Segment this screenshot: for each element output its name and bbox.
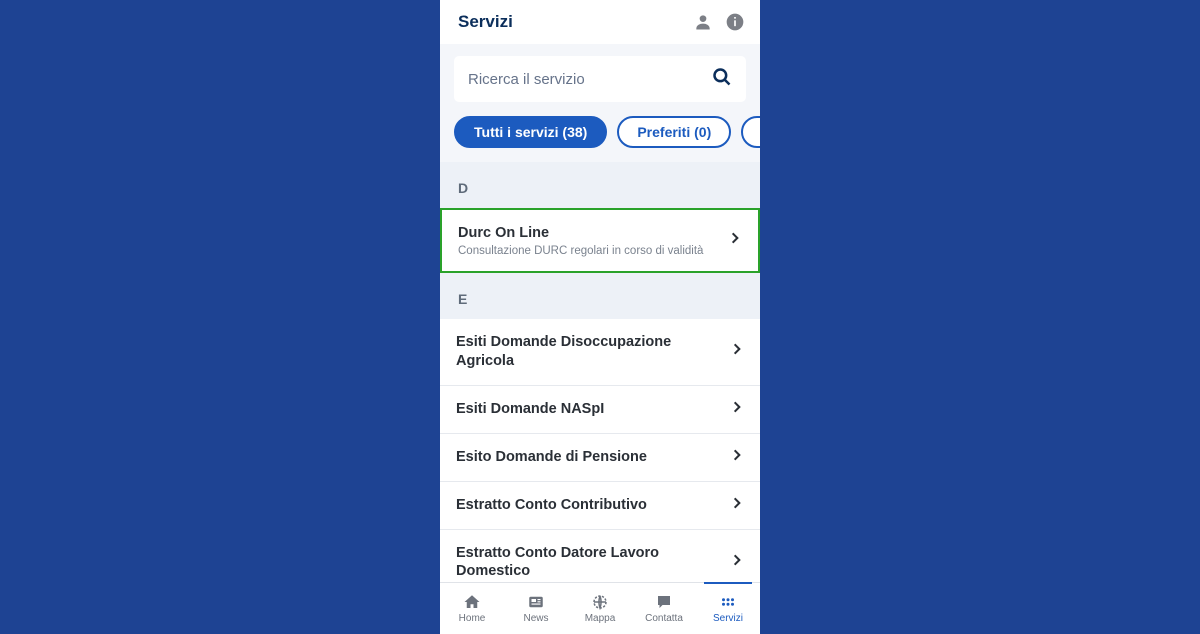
user-icon[interactable]	[692, 11, 714, 33]
service-list: D Durc On Line Consultazione DURC regola…	[440, 162, 760, 582]
row-durc-online[interactable]: Durc On Line Consultazione DURC regolari…	[440, 208, 760, 273]
globe-icon	[590, 593, 610, 611]
row-title: Durc On Line	[458, 224, 720, 243]
nav-news[interactable]: News	[504, 583, 568, 634]
row-title: Estratto Conto Contributivo	[456, 496, 722, 515]
bottom-nav: Home News Mappa Contatta Servizi	[440, 582, 760, 634]
nav-label: Servizi	[713, 613, 743, 624]
row-title: Estratto Conto Datore Lavoro Domestico	[456, 544, 722, 582]
header-actions	[692, 11, 746, 33]
chip-con[interactable]: Con	[741, 116, 760, 148]
news-icon	[526, 593, 546, 611]
app-screen: Servizi Tutti i servizi (38) Preferiti (…	[440, 0, 760, 634]
app-header: Servizi	[440, 0, 760, 44]
search-input[interactable]	[468, 71, 712, 88]
nav-label: Mappa	[585, 613, 616, 624]
home-icon	[462, 593, 482, 611]
search-box[interactable]	[454, 56, 746, 102]
row-text: Esiti Domande NASpI	[456, 400, 722, 419]
row-text: Esito Domande di Pensione	[456, 448, 722, 467]
info-icon[interactable]	[724, 11, 746, 33]
chat-icon	[654, 593, 674, 611]
chevron-right-icon	[730, 342, 744, 361]
row-title: Esito Domande di Pensione	[456, 448, 722, 467]
chip-favorites[interactable]: Preferiti (0)	[617, 116, 731, 148]
row-text: Esiti Domande Disoccupazione Agricola	[456, 333, 722, 371]
row-text: Estratto Conto Datore Lavoro Domestico	[456, 544, 722, 582]
row-text: Durc On Line Consultazione DURC regolari…	[458, 224, 720, 257]
row-pensione[interactable]: Esito Domande di Pensione	[440, 434, 760, 482]
row-title: Esiti Domande Disoccupazione Agricola	[456, 333, 722, 371]
row-title: Esiti Domande NASpI	[456, 400, 722, 419]
nav-contatta[interactable]: Contatta	[632, 583, 696, 634]
row-naspi[interactable]: Esiti Domande NASpI	[440, 386, 760, 434]
row-disoccupazione-agricola[interactable]: Esiti Domande Disoccupazione Agricola	[440, 319, 760, 386]
nav-mappa[interactable]: Mappa	[568, 583, 632, 634]
chevron-right-icon	[730, 553, 744, 572]
chevron-right-icon	[730, 496, 744, 515]
row-text: Estratto Conto Contributivo	[456, 496, 722, 515]
nav-home[interactable]: Home	[440, 583, 504, 634]
nav-label: News	[523, 613, 548, 624]
page-title: Servizi	[458, 12, 692, 32]
nav-label: Home	[459, 613, 486, 624]
row-contributivo[interactable]: Estratto Conto Contributivo	[440, 482, 760, 530]
row-subtitle: Consultazione DURC regolari in corso di …	[458, 245, 720, 257]
grid-icon	[718, 593, 738, 611]
chevron-right-icon	[730, 400, 744, 419]
chip-all-services[interactable]: Tutti i servizi (38)	[454, 116, 607, 148]
row-domestico[interactable]: Estratto Conto Datore Lavoro Domestico	[440, 530, 760, 582]
chevron-right-icon	[728, 231, 742, 250]
section-header-e: E	[440, 273, 760, 319]
section-header-d: D	[440, 162, 760, 208]
chevron-right-icon	[730, 448, 744, 467]
search-area	[440, 44, 760, 110]
search-icon[interactable]	[712, 67, 732, 92]
filter-chips: Tutti i servizi (38) Preferiti (0) Con	[440, 110, 760, 162]
nav-servizi[interactable]: Servizi	[696, 583, 760, 634]
nav-label: Contatta	[645, 613, 683, 624]
